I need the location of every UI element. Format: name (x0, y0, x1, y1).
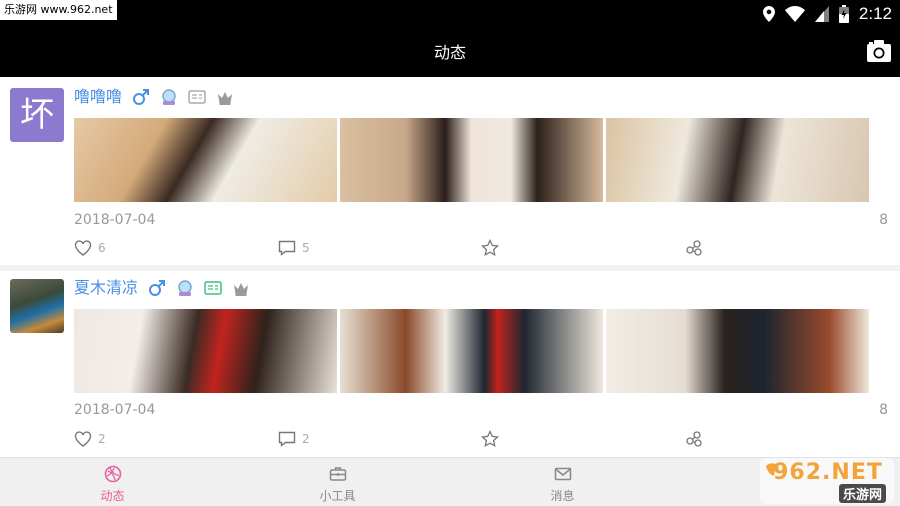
user-info: 夏木清凉 (74, 277, 250, 299)
crown-icon (234, 283, 249, 296)
clock: 2:12 (858, 4, 892, 23)
post-count: 8 (879, 212, 888, 228)
vip-badge-icon (162, 89, 176, 105)
favorite-button[interactable] (481, 430, 499, 448)
comment-button[interactable]: 2 (278, 430, 310, 448)
favorite-button[interactable] (481, 239, 499, 257)
share-button[interactable] (685, 239, 703, 257)
mail-icon (554, 467, 572, 481)
nav-label: 小工具 (319, 489, 356, 503)
post-date: 2018-07-04 (74, 402, 156, 418)
like-count: 2 (98, 432, 106, 446)
post-date: 2018-07-04 (74, 212, 156, 228)
app-header: 动态 (0, 28, 900, 77)
page-title: 动态 (433, 43, 466, 62)
star-icon (481, 239, 499, 257)
like-count: 6 (98, 241, 106, 255)
share-icon (686, 240, 702, 256)
heart-icon (74, 431, 92, 447)
id-card-icon (188, 90, 206, 104)
wifi-icon (784, 6, 805, 22)
dynamic-icon (104, 465, 122, 483)
post-photo[interactable] (340, 309, 603, 393)
vip-badge-icon (178, 280, 192, 296)
share-icon (686, 431, 702, 447)
status-icons: 2:12 (762, 0, 892, 28)
comment-count: 2 (302, 432, 310, 446)
like-button[interactable]: 6 (74, 239, 106, 257)
post-photo[interactable] (74, 309, 337, 393)
avatar-char: 坏 (20, 95, 54, 135)
share-button[interactable] (685, 430, 703, 448)
feed-post: 坏 噜噜噜 2018-07-04 8 6 5 (0, 77, 900, 267)
nav-item-dynamic[interactable]: 动态 (0, 458, 225, 506)
like-button[interactable]: 2 (74, 430, 106, 448)
signal-icon (814, 6, 829, 22)
brand-main: 962.NET (773, 460, 883, 485)
toolbox-icon (329, 467, 347, 481)
comment-icon (278, 431, 296, 447)
brand-watermark: 962.NET 乐游网 (760, 458, 894, 504)
id-card-icon (204, 281, 222, 295)
heart-icon (74, 240, 92, 256)
post-photo[interactable] (606, 118, 869, 202)
location-icon (762, 6, 775, 22)
user-info: 噜噜噜 (74, 86, 234, 108)
comment-count: 5 (302, 241, 310, 255)
battery-icon (838, 5, 849, 23)
comment-button[interactable]: 5 (278, 239, 310, 257)
post-photo[interactable] (340, 118, 603, 202)
post-count: 8 (879, 402, 888, 418)
avatar[interactable]: 坏 (10, 88, 64, 142)
male-icon (133, 89, 150, 105)
post-photo[interactable] (606, 309, 869, 393)
photo-grid (74, 309, 869, 393)
username[interactable]: 噜噜噜 (74, 86, 122, 108)
comment-icon (278, 240, 296, 256)
avatar[interactable] (10, 279, 64, 333)
brand-sub: 乐游网 (838, 484, 886, 503)
nav-label: 消息 (550, 489, 575, 503)
username[interactable]: 夏木清凉 (74, 277, 138, 299)
camera-icon[interactable] (867, 40, 891, 62)
site-watermark: 乐游网 www.962.net (0, 0, 117, 20)
star-icon (481, 430, 499, 448)
nav-item-tools[interactable]: 小工具 (225, 458, 450, 506)
nav-item-messages[interactable]: 消息 (450, 458, 675, 506)
photo-grid (74, 118, 869, 202)
status-bar: 乐游网 www.962.net 2:12 (0, 0, 900, 28)
crown-icon (218, 92, 233, 105)
nav-label: 动态 (100, 489, 125, 503)
male-icon (149, 280, 166, 296)
feed-post: 夏木清凉 2018-07-04 8 2 2 (0, 271, 900, 457)
post-photo[interactable] (74, 118, 337, 202)
